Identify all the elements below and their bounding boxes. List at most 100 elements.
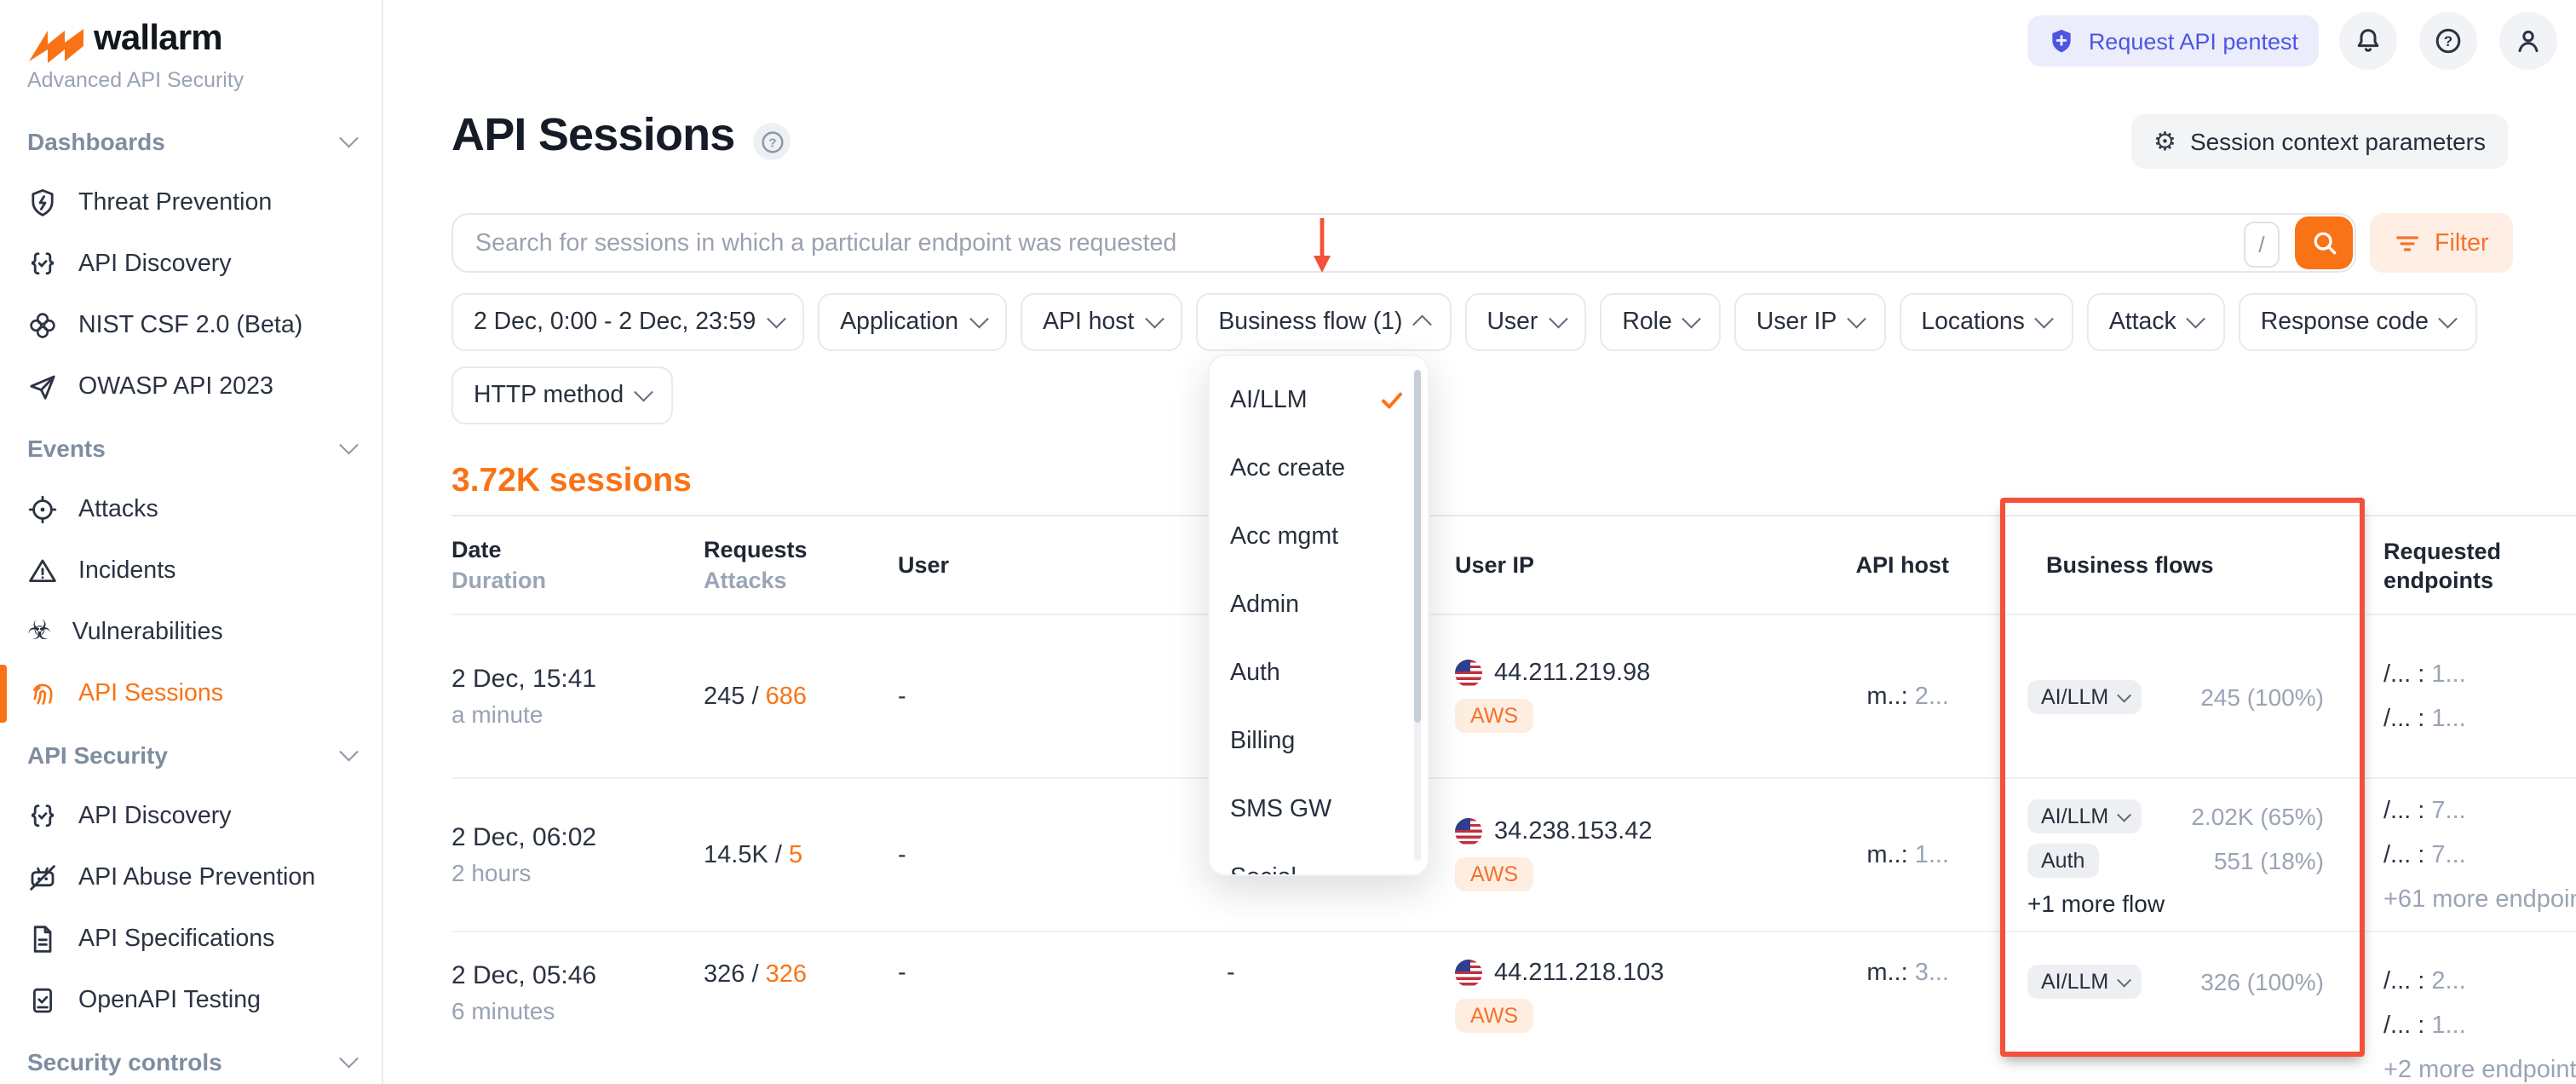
sidebar-item-nist-csf-2-0-beta-[interactable]: NIST CSF 2.0 (Beta)	[0, 295, 382, 356]
dropdown-option-ai-llm[interactable]: AI/LLM	[1210, 366, 1428, 435]
more-endpoints-link[interactable]: +61 more endpoints	[2383, 877, 2576, 921]
header-user-ip-label: User IP	[1455, 552, 1755, 578]
session-row[interactable]: 2 Dec, 15:41a minute245 / 686-44.211.219…	[451, 615, 2576, 779]
filter-chip-user-ip[interactable]: User IP	[1734, 293, 1886, 351]
endpoint-count: 2...	[2431, 968, 2465, 995]
dropdown-scrollbar-thumb[interactable]	[1414, 370, 1421, 724]
chevron-down-icon	[2117, 807, 2130, 821]
more-flows-link[interactable]: +1 more flow	[2027, 889, 2324, 916]
dropdown-option-acc-create[interactable]: Acc create	[1210, 435, 1428, 503]
cell-date: 2 Dec, 05:466 minutes	[451, 932, 704, 1084]
ip-address: 34.238.153.42	[1494, 818, 1652, 845]
chevron-down-icon	[339, 129, 357, 147]
chip-label: Response code	[2261, 308, 2429, 336]
filter-chip-role[interactable]: Role	[1600, 293, 1720, 351]
header-requested-endpoints: Requested endpoints	[2383, 516, 2576, 614]
question-circle-icon: ?	[2433, 26, 2464, 56]
filter-button[interactable]: Filter	[2370, 213, 2513, 273]
sidebar: wallarm Advanced API Security Dashboards…	[0, 0, 383, 1084]
title-help-button[interactable]: ?	[753, 123, 791, 160]
sidebar-item-api-discovery[interactable]: API Discovery	[0, 786, 382, 847]
filter-chip-api-host[interactable]: API host	[1021, 293, 1182, 351]
cell-requested-endpoints: /... : 7.../... : 7...+61 more endpoints	[2383, 779, 2576, 931]
user-value: -	[898, 841, 906, 868]
sidebar-item-api-specifications[interactable]: API Specifications	[0, 908, 382, 970]
biohazard-icon: ☣	[27, 619, 52, 646]
flow-chip-ai-llm[interactable]: AI/LLM	[2027, 679, 2142, 713]
filter-chip-locations[interactable]: Locations	[1899, 293, 2073, 351]
us-flag-icon	[1455, 660, 1482, 687]
filter-chip-business-flow-1-[interactable]: Business flow (1)	[1196, 293, 1451, 351]
session-row[interactable]: 2 Dec, 06:022 hours14.5K / 5-34.238.153.…	[451, 779, 2576, 932]
sidebar-item-owasp-api-2023[interactable]: OWASP API 2023	[0, 356, 382, 418]
dropdown-option-auth[interactable]: Auth	[1210, 639, 1428, 707]
request-api-pentest-button[interactable]: Request API pentest	[2027, 15, 2319, 66]
search-input[interactable]	[451, 213, 2356, 273]
chevron-down-icon	[1848, 309, 1866, 327]
dropdown-option-sms-gw[interactable]: SMS GW	[1210, 776, 1428, 844]
chip-label: Attack	[2109, 308, 2176, 336]
sidebar-item-incidents[interactable]: Incidents	[0, 540, 382, 602]
account-button[interactable]	[2499, 12, 2557, 70]
sidebar-item-threat-prevention[interactable]: Threat Prevention	[0, 172, 382, 234]
sidebar-section-events[interactable]: Events	[0, 418, 382, 479]
filter-chip-attack[interactable]: Attack	[2087, 293, 2225, 351]
flow-chip-ai-llm[interactable]: AI/LLM	[2027, 965, 2142, 999]
sidebar-item-label: OWASP API 2023	[78, 373, 273, 401]
requests-count: 14.5K	[704, 841, 768, 868]
header-requests-label: Requests	[704, 537, 898, 562]
chip-label: Application	[840, 308, 958, 336]
filter-chip-2-dec-0-00-2-dec-23-59[interactable]: 2 Dec, 0:00 - 2 Dec, 23:59	[451, 293, 804, 351]
shield-plus-icon	[2048, 27, 2075, 55]
flow-chip-auth[interactable]: Auth	[2027, 843, 2098, 877]
endpoint-count: 1...	[2431, 1012, 2465, 1040]
sidebar-section-security-controls[interactable]: Security controls	[0, 1031, 382, 1084]
chip-label: 2 Dec, 0:00 - 2 Dec, 23:59	[474, 308, 756, 336]
help-button[interactable]: ?	[2419, 12, 2477, 70]
sidebar-section-api-security[interactable]: API Security	[0, 724, 382, 786]
flow-chip-ai-llm[interactable]: AI/LLM	[2027, 799, 2142, 833]
notifications-button[interactable]	[2339, 12, 2397, 70]
chevron-down-icon	[339, 742, 357, 760]
sidebar-item-api-discovery[interactable]: API Discovery	[0, 234, 382, 295]
header-api-host: API host	[1755, 516, 1949, 614]
ip-address: 44.211.218.103	[1494, 960, 1664, 987]
session-row[interactable]: 2 Dec, 05:466 minutes326 / 326--44.211.2…	[451, 932, 2576, 1084]
brand-name: wallarm	[94, 19, 222, 60]
sidebar-item-attacks[interactable]: Attacks	[0, 479, 382, 540]
dropdown-option-admin[interactable]: Admin	[1210, 571, 1428, 639]
dropdown-option-social[interactable]: Social	[1210, 844, 1428, 876]
sidebar-item-vulnerabilities[interactable]: ☣Vulnerabilities	[0, 602, 382, 663]
filter-chip-user[interactable]: User	[1464, 293, 1586, 351]
dropdown-option-acc-mgmt[interactable]: Acc mgmt	[1210, 503, 1428, 571]
dropdown-option-billing[interactable]: Billing	[1210, 707, 1428, 776]
api-host-prefix: m..:	[1866, 960, 1907, 987]
dropdown-option-label: SMS GW	[1230, 796, 1331, 823]
robot-off-icon	[27, 862, 58, 893]
filter-chip-http-method[interactable]: HTTP method	[451, 366, 672, 424]
search-button[interactable]	[2295, 216, 2353, 269]
more-endpoints-link[interactable]: +2 more endpoints	[2383, 1048, 2576, 1084]
filter-lines-icon	[2394, 231, 2421, 255]
bell-icon	[2353, 26, 2383, 56]
filter-chip-application[interactable]: Application	[818, 293, 1007, 351]
chevron-down-icon	[2117, 688, 2130, 701]
sidebar-item-api-abuse-prevention[interactable]: API Abuse Prevention	[0, 847, 382, 908]
requests-count: 245	[704, 683, 745, 710]
session-context-parameters-button[interactable]: ⚙ Session context parameters	[2131, 114, 2508, 169]
dropdown-scrollbar-track	[1414, 370, 1421, 861]
sidebar-section-dashboards[interactable]: Dashboards	[0, 111, 382, 172]
filter-chip-response-code[interactable]: Response code	[2239, 293, 2477, 351]
endpoint-count: 7...	[2431, 841, 2465, 868]
chip-label: Role	[1622, 308, 1671, 336]
sidebar-item-openapi-testing[interactable]: OpenAPI Testing	[0, 970, 382, 1031]
sidebar-item-api-sessions[interactable]: API Sessions	[0, 663, 382, 724]
requests-separator: /	[745, 683, 765, 710]
user-value: -	[898, 960, 906, 987]
session-date: 2 Dec, 06:02	[451, 821, 596, 853]
filter-chips-row-2: HTTP method	[451, 366, 2576, 424]
cell-business-flows: AI/LLM245 (100%)	[2027, 615, 2324, 777]
table-header-row: DateDurationRequestsAttacksUserUser IPAP…	[451, 515, 2576, 615]
sidebar-item-label: API Abuse Prevention	[78, 864, 315, 891]
api-host-value: 1...	[1915, 841, 1949, 868]
